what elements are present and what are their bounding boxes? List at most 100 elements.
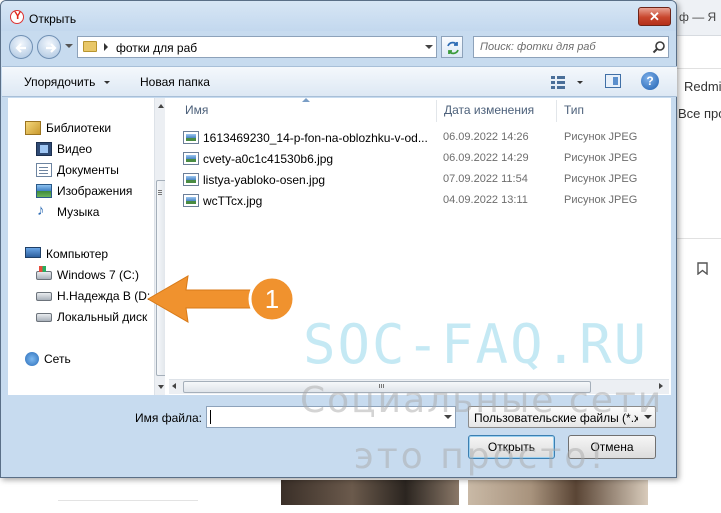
- nav-item-computer[interactable]: Компьютер: [25, 245, 108, 263]
- dialog-title: Открыть: [29, 12, 77, 26]
- address-bar[interactable]: фотки для раб: [77, 36, 437, 58]
- bg-page-area: [0, 478, 270, 513]
- address-dropdown-arrow-icon[interactable]: [425, 45, 433, 49]
- recent-locations-dropdown[interactable]: [65, 44, 73, 48]
- bg-divider: [58, 500, 198, 501]
- documents-icon: [36, 163, 52, 177]
- file-type: Рисунок JPEG: [564, 152, 638, 164]
- sort-ascending-icon: [302, 98, 310, 102]
- nav-item-label: Видео: [57, 142, 93, 156]
- nav-item-label: Музыка: [57, 205, 100, 219]
- search-icon[interactable]: [652, 40, 666, 54]
- file-name: listya-yabloko-osen.jpg: [203, 173, 326, 187]
- jpeg-file-icon: [183, 131, 199, 144]
- jpeg-file-icon: [183, 194, 199, 207]
- column-separator[interactable]: [556, 100, 557, 122]
- file-date: 04.09.2022 13:11: [443, 194, 528, 206]
- drive-icon: [36, 312, 52, 322]
- file-type: Рисунок JPEG: [564, 173, 638, 185]
- nav-item-documents[interactable]: Документы: [36, 161, 119, 179]
- nav-item-label: Документы: [57, 163, 119, 177]
- forward-button[interactable]: [37, 35, 61, 59]
- nav-item-network[interactable]: Сеть: [25, 350, 71, 368]
- view-options-icon[interactable]: [550, 75, 566, 89]
- organize-button[interactable]: Упорядочить: [24, 75, 95, 89]
- arrow-left-icon: [15, 43, 26, 53]
- table-row[interactable]: wcTTcx.jpg 04.09.2022 13:11 Рисунок JPEG: [183, 191, 643, 212]
- system-drive-icon: [36, 265, 52, 280]
- file-date: 06.09.2022 14:29: [443, 152, 529, 164]
- watermark-slogan-2: это просто!: [354, 436, 607, 477]
- file-type: Рисунок JPEG: [564, 131, 638, 143]
- nav-item-drive-d[interactable]: Н.Надежда В (D:: [36, 287, 150, 305]
- file-date: 06.09.2022 14:26: [443, 131, 529, 143]
- bg-text-vse[interactable]: Все про: [678, 106, 721, 121]
- file-name: wcTTcx.jpg: [203, 194, 263, 208]
- watermark-slogan: Социальные сети: [300, 380, 664, 421]
- bg-photo[interactable]: [281, 480, 459, 505]
- file-name: cvety-a0c1c41530b6.jpg: [203, 152, 334, 166]
- search-input[interactable]: Поиск: фотки для раб: [473, 36, 669, 58]
- bg-photo[interactable]: [468, 480, 648, 505]
- table-row[interactable]: listya-yabloko-osen.jpg 07.09.2022 11:54…: [183, 170, 643, 191]
- nav-item-music[interactable]: Музыка: [36, 202, 100, 221]
- column-separator[interactable]: [436, 100, 437, 122]
- music-icon: [36, 202, 52, 219]
- chevron-down-icon[interactable]: [577, 81, 583, 84]
- folder-icon: [83, 41, 97, 52]
- bg-divider: [676, 238, 721, 239]
- file-name: 1613469230_14-p-fon-na-oblozhku-v-od...: [203, 131, 428, 145]
- table-row[interactable]: cvety-a0c1c41530b6.jpg 06.09.2022 14:29 …: [183, 149, 643, 170]
- column-header-name[interactable]: Имя: [185, 98, 208, 122]
- network-icon: [25, 352, 39, 366]
- nav-item-label: Изображения: [57, 184, 133, 198]
- pictures-icon: [36, 184, 52, 198]
- new-folder-button[interactable]: Новая папка: [140, 75, 210, 89]
- bg-text-redmi[interactable]: Redmi: [684, 79, 721, 94]
- navigation-pane: Библиотеки Видео Документы Изображения М…: [8, 98, 168, 395]
- nav-item-video[interactable]: Видео: [36, 140, 92, 158]
- scroll-up-arrow-icon[interactable]: [158, 104, 164, 108]
- jpeg-file-icon: [183, 152, 199, 165]
- nav-item-label: Библиотеки: [46, 121, 112, 135]
- arrow-shape: [146, 275, 259, 323]
- nav-item-label: Сеть: [44, 352, 71, 366]
- text-caret: [210, 410, 211, 424]
- chevron-down-icon[interactable]: [104, 81, 110, 84]
- computer-icon: [25, 247, 41, 258]
- arrow-right-icon: [46, 43, 57, 53]
- scrollbar-grip: [158, 190, 162, 191]
- refresh-button[interactable]: [441, 36, 463, 58]
- nav-item-label: Windows 7 (C:): [57, 268, 140, 282]
- close-button[interactable]: ✕: [638, 7, 671, 26]
- nav-item-drive-c[interactable]: Windows 7 (C:): [36, 265, 140, 284]
- nav-item-local-disk[interactable]: Локальный диск: [36, 308, 147, 326]
- nav-item-libraries[interactable]: Библиотеки: [25, 119, 111, 137]
- search-placeholder: Поиск: фотки для раб: [480, 41, 596, 53]
- annotation-number: 1: [265, 284, 279, 314]
- file-type: Рисунок JPEG: [564, 194, 638, 206]
- library-icon: [25, 121, 41, 135]
- nav-item-label: Н.Надежда В (D:: [57, 289, 151, 303]
- preview-pane-icon[interactable]: [605, 74, 621, 88]
- bg-divider: [676, 68, 721, 69]
- breadcrumb-current-folder[interactable]: фотки для раб: [116, 41, 197, 55]
- yandex-browser-icon: [10, 10, 24, 24]
- video-icon: [36, 142, 52, 156]
- back-button[interactable]: [9, 35, 33, 59]
- breadcrumb-arrow-icon[interactable]: [104, 43, 108, 51]
- dialog-titlebar[interactable]: Открыть ✕: [1, 1, 676, 31]
- refresh-icon: [447, 41, 459, 55]
- help-button[interactable]: ?: [641, 72, 659, 90]
- scroll-down-arrow-icon[interactable]: [158, 385, 164, 389]
- column-header-type[interactable]: Тип: [564, 98, 584, 122]
- annotation-arrow: 1: [146, 275, 296, 323]
- bookmark-icon[interactable]: [697, 262, 708, 275]
- nav-item-pictures[interactable]: Изображения: [36, 182, 132, 200]
- command-bar: Упорядочить Новая папка ?: [2, 66, 677, 97]
- watermark-site: SOC-FAQ.RU: [303, 313, 649, 376]
- column-header-date[interactable]: Дата изменения: [444, 98, 534, 122]
- table-row[interactable]: 1613469230_14-p-fon-na-oblozhku-v-od... …: [183, 128, 643, 149]
- scroll-left-arrow-icon[interactable]: [172, 383, 176, 389]
- browser-tab-text[interactable]: ф — Я: [679, 10, 716, 24]
